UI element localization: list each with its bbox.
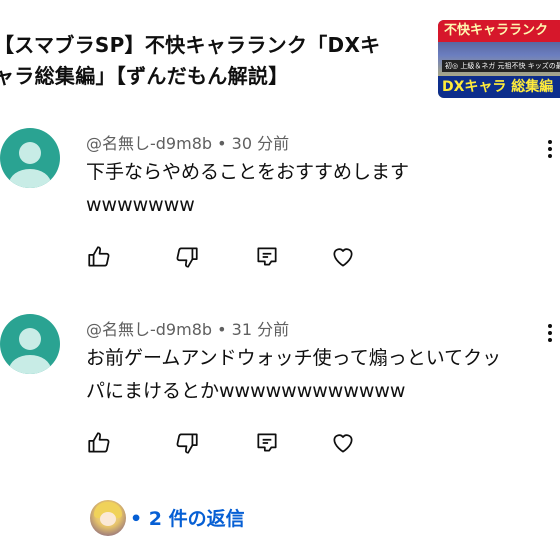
video-thumbnail[interactable]: 不快キャラランク 初◎ 上級＆ネガ 元祖不快 キッズの最 DXキャラ 総集編 [438,20,560,98]
comment-time[interactable]: 30 分前 [232,134,289,153]
thumbnail-mid-text: 初◎ 上級＆ネガ 元祖不快 キッズの最 [442,60,560,72]
avatar-head-shape [19,328,41,350]
avatar[interactable] [0,314,60,374]
avatar-face-shape [100,512,116,526]
thumbs-up-icon[interactable] [86,244,112,270]
thumbs-down-icon[interactable] [174,430,200,456]
meta-separator: • [217,134,232,153]
heart-icon[interactable] [330,244,356,270]
thumbnail-top-text: 不快キャラランク [438,20,560,42]
reply-icon[interactable] [254,430,280,456]
heart-icon[interactable] [330,430,356,456]
more-vert-icon[interactable] [540,320,560,346]
avatar[interactable] [0,128,60,188]
comment-text: お前ゲームアンドウォッチ使って煽っといてクッ パにまけるとかwwwwwwwwww… [86,347,502,402]
thumbnail-bottom-text: DXキャラ 総集編 [438,76,560,98]
replies-label[interactable]: 2 件の返信 [149,508,245,530]
video-header: 【スマブラSP】不快キャラランク「DXキ ャラ総集編」【ずんだもん解説】 不快キ… [0,0,560,100]
avatar-head-shape [19,142,41,164]
avatar-body-shape [9,355,51,374]
replies-toggle[interactable]: • 2 件の返信 [90,500,290,538]
comment-time[interactable]: 31 分前 [232,320,289,339]
comment-author[interactable]: @名無し-d9m8b [86,320,212,339]
reply-icon[interactable] [254,244,280,270]
video-title[interactable]: 【スマブラSP】不快キャラランク「DXキ ャラ総集編」【ずんだもん解説】 [0,30,434,92]
reply-avatar [90,500,126,536]
comment-meta: @名無し-d9m8b • 30 分前 [86,130,289,154]
more-vert-icon[interactable] [540,136,560,162]
thumbs-up-icon[interactable] [86,430,112,456]
replies-dot: • [130,508,149,530]
avatar-body-shape [9,169,51,188]
meta-separator: • [217,320,232,339]
comment-author[interactable]: @名無し-d9m8b [86,134,212,153]
thumbs-down-icon[interactable] [174,244,200,270]
replies-link[interactable]: • 2 件の返信 [130,504,245,531]
comment-text: 下手ならやめることをおすすめします wwwwwww [86,161,410,216]
comment-meta: @名無し-d9m8b • 31 分前 [86,316,289,340]
